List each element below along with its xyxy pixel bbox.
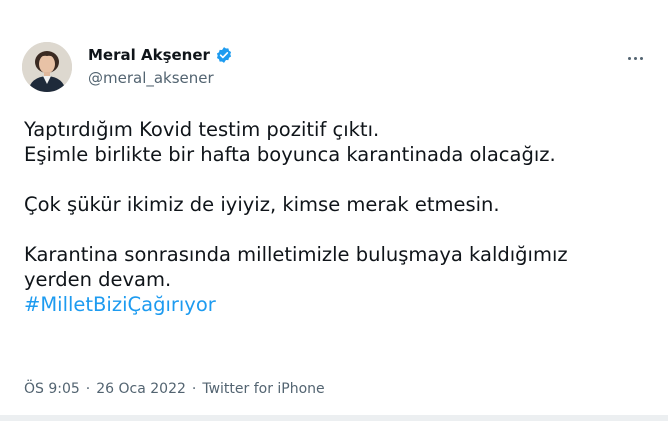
divider bbox=[0, 415, 668, 421]
tweet-line: Karantina sonrasında milletimizle buluşm… bbox=[24, 243, 568, 266]
tweet-line: yerden devam. bbox=[24, 268, 172, 291]
tweet-header: Meral Akşener @meral_aksener bbox=[22, 42, 648, 94]
tweet-time[interactable]: ÖS 9:05 bbox=[24, 381, 80, 397]
tweet-card: Meral Akşener @meral_aksener Yaptırdığım… bbox=[0, 0, 668, 421]
author-block: Meral Akşener @meral_aksener bbox=[88, 44, 233, 87]
more-options-icon[interactable] bbox=[622, 48, 648, 68]
verified-badge-icon bbox=[215, 46, 233, 64]
tweet-text: Yaptırdığım Kovid testim pozitif çıktı. … bbox=[24, 117, 656, 317]
meta-separator: · bbox=[85, 381, 91, 397]
meta-separator: · bbox=[191, 381, 197, 397]
hashtag-link[interactable]: #MilletBiziÇağırıyor bbox=[24, 293, 216, 316]
tweet-date[interactable]: 26 Oca 2022 bbox=[96, 381, 186, 397]
tweet-line: Yaptırdığım Kovid testim pozitif çıktı. bbox=[24, 118, 380, 141]
author-handle[interactable]: @meral_aksener bbox=[88, 69, 233, 87]
tweet-source[interactable]: Twitter for iPhone bbox=[202, 381, 324, 397]
tweet-line: Eşimle birlikte bir hafta boyunca karant… bbox=[24, 143, 556, 166]
display-name[interactable]: Meral Akşener bbox=[88, 46, 210, 64]
tweet-meta: ÖS 9:05 · 26 Oca 2022 · Twitter for iPhone bbox=[24, 381, 325, 397]
avatar-photo bbox=[22, 42, 72, 92]
tweet-line: Çok şükür ikimiz de iyiyiz, kimse merak … bbox=[24, 193, 500, 216]
avatar[interactable] bbox=[22, 42, 72, 92]
name-row: Meral Akşener bbox=[88, 44, 233, 66]
